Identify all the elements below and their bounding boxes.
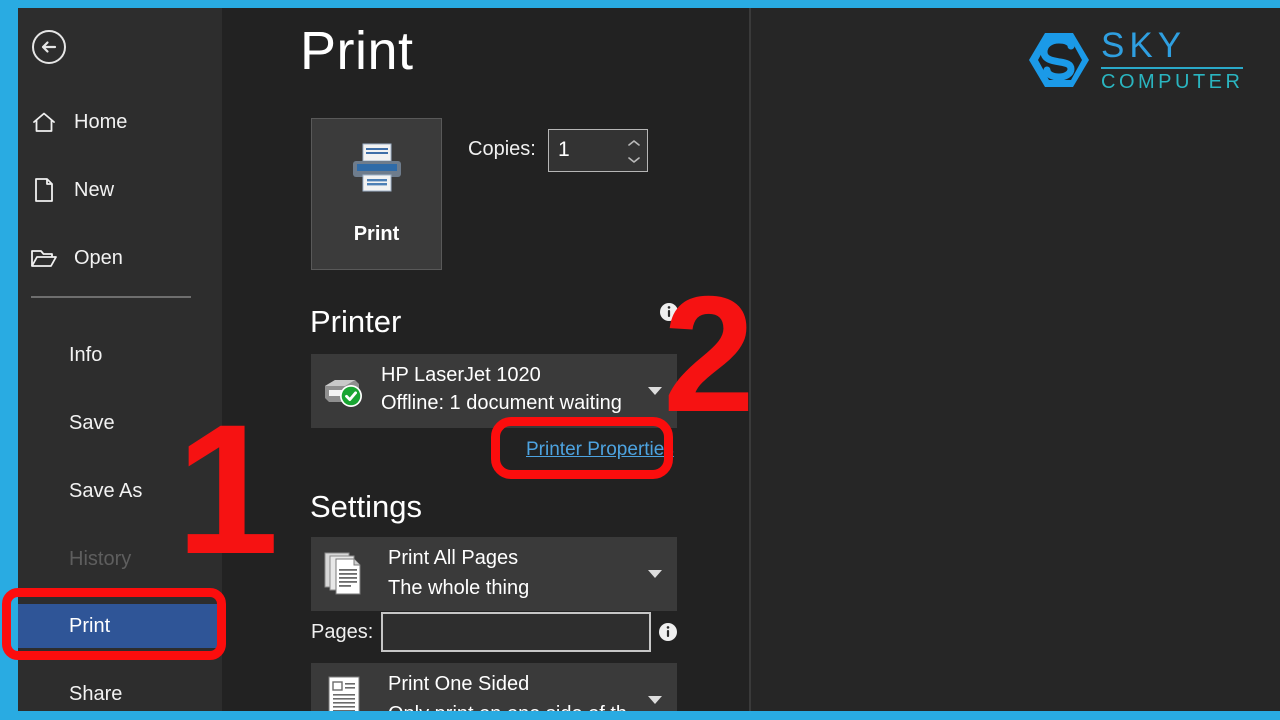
printer-section-heading: Printer: [310, 304, 402, 339]
hexagon-s-monogram-icon: [1025, 29, 1093, 91]
office-backstage-window: Home New Open Info Save Save As History …: [18, 8, 1280, 711]
page-title: Print: [300, 21, 414, 81]
printer-icon: [347, 142, 407, 201]
screenshot-root: Home New Open Info Save Save As History …: [0, 0, 1280, 720]
sidebar-item-info[interactable]: Info: [18, 333, 222, 377]
single-page-icon: [323, 675, 367, 711]
pages-input[interactable]: [381, 612, 651, 652]
settings-section-heading: Settings: [310, 489, 423, 524]
print-button-label: Print: [353, 223, 400, 245]
sidebar-item-label: Info: [69, 343, 103, 366]
sidebar-item-print[interactable]: Print: [18, 604, 222, 648]
duplex-title: Print One Sided: [388, 673, 530, 695]
copies-value: 1: [558, 138, 570, 161]
sidebar-item-label: Print: [69, 614, 111, 637]
logo-rule: [1101, 67, 1244, 69]
pages-label: Pages:: [311, 621, 374, 643]
home-icon: [29, 109, 59, 135]
printer-status: Offline: 1 document waiting: [381, 392, 622, 414]
folder-icon: [29, 245, 59, 271]
sidebar-item-label: New: [74, 178, 115, 201]
chevron-down-icon[interactable]: [648, 570, 662, 578]
sidebar-item-label: Save As: [69, 479, 143, 502]
printer-properties-link[interactable]: Printer Properties: [526, 439, 674, 461]
chevron-up-icon[interactable]: [627, 139, 641, 147]
back-arrow-icon: [32, 30, 66, 64]
print-button[interactable]: Print: [311, 118, 442, 270]
sidebar-divider: [31, 296, 191, 298]
print-range-subtitle: The whole thing: [388, 577, 530, 599]
copies-spinner[interactable]: [625, 134, 643, 168]
copies-label: Copies:: [468, 138, 536, 160]
back-button[interactable]: [27, 25, 71, 69]
chevron-down-icon[interactable]: [648, 696, 662, 704]
sidebar-item-open[interactable]: Open: [18, 236, 222, 280]
sky-computer-logo: SKY COMPUTER: [1025, 25, 1255, 95]
sidebar-item-label: History: [69, 547, 132, 570]
info-icon[interactable]: [658, 622, 678, 642]
sidebar-item-label: Open: [74, 246, 123, 269]
sidebar-item-label: Save: [69, 411, 115, 434]
chevron-down-icon[interactable]: [627, 156, 641, 164]
sidebar-item-label: Share: [69, 682, 123, 705]
sidebar-item-share[interactable]: Share: [18, 672, 222, 711]
sidebar-item-home[interactable]: Home: [18, 100, 222, 144]
stacked-pages-icon: [323, 549, 367, 597]
printer-select[interactable]: HP LaserJet 1020 Offline: 1 document wai…: [311, 354, 677, 428]
logo-secondary-text: COMPUTER: [1101, 71, 1244, 93]
sidebar-item-history: History: [18, 537, 222, 581]
logo-primary-text: SKY: [1101, 26, 1187, 65]
logo-wordmark: SKY COMPUTER: [1101, 26, 1244, 93]
print-preview-pane: [751, 8, 1280, 711]
print-range-title: Print All Pages: [388, 547, 519, 569]
backstage-sidebar: Home New Open Info Save Save As History …: [18, 8, 222, 711]
duplex-select[interactable]: Print One Sided Only print on one side o…: [311, 663, 677, 711]
copies-stepper[interactable]: 1: [548, 129, 648, 172]
print-pane: Print Print Copies: 1 Printer HP LaserJe…: [222, 8, 1280, 711]
info-icon[interactable]: [659, 302, 679, 322]
chevron-down-icon[interactable]: [648, 387, 662, 395]
sidebar-item-save[interactable]: Save: [18, 401, 222, 445]
sidebar-item-save-as[interactable]: Save As: [18, 469, 222, 513]
printer-name: HP LaserJet 1020: [381, 364, 541, 386]
sidebar-item-new[interactable]: New: [18, 168, 222, 212]
duplex-subtitle: Only print on one side of th: [388, 703, 627, 711]
page-icon: [29, 177, 59, 203]
sidebar-item-label: Home: [74, 110, 128, 133]
print-range-select[interactable]: Print All Pages The whole thing: [311, 537, 677, 611]
printer-status-icon: [321, 372, 365, 410]
